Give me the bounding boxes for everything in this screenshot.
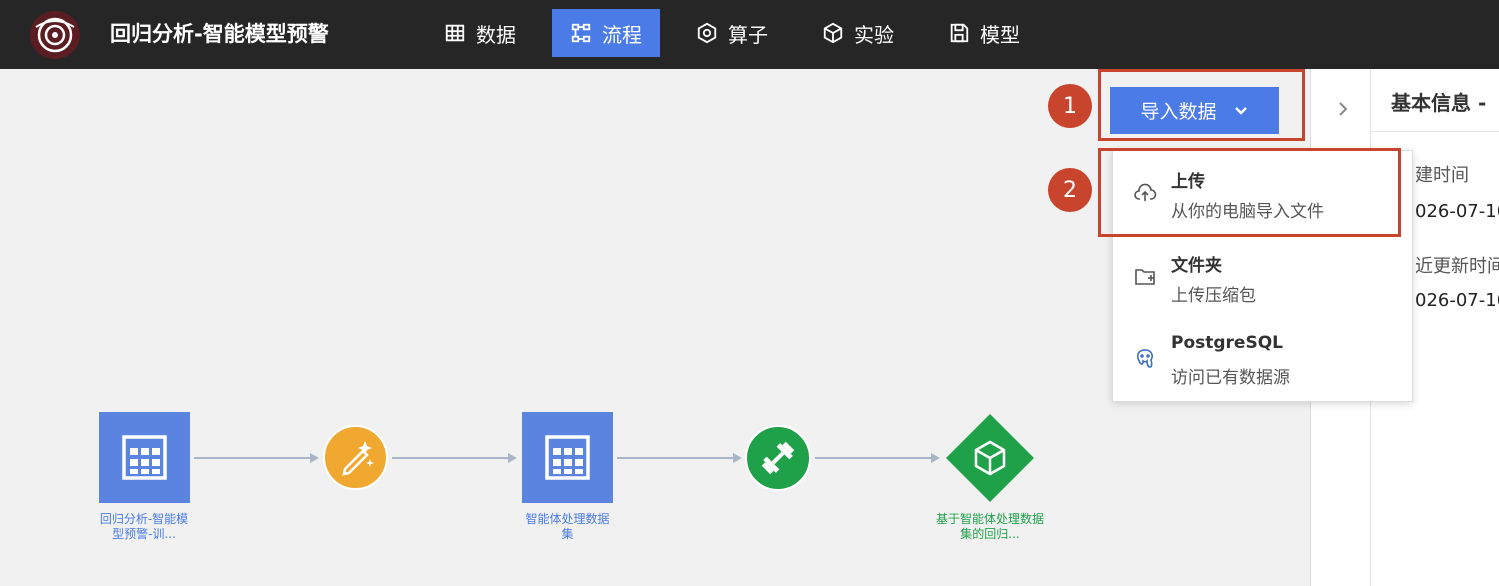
flow-node-processor[interactable] (323, 425, 388, 490)
nav-models[interactable]: 模型 (948, 9, 1040, 57)
flow-node-model[interactable] (946, 414, 1034, 502)
menu-item-subtitle: 访问已有数据源 (1171, 368, 1290, 388)
flow-edge (392, 457, 508, 459)
updated-time-label: 近更新时间 (1415, 256, 1499, 277)
nav-operators-label: 算子 (728, 22, 768, 47)
menu-item-title: PostgreSQL (1171, 333, 1283, 353)
logo-swirl-icon (35, 17, 75, 53)
nav-experiments-label: 实验 (854, 22, 894, 47)
cube-icon (823, 22, 843, 44)
created-time-label: 建时间 (1415, 165, 1469, 186)
top-bar: 回归分析-智能模型预警 数据 流程 算子 实验 模型 (0, 0, 1499, 69)
magic-pencil-icon (342, 441, 374, 476)
import-data-button[interactable]: 导入数据 (1110, 87, 1279, 134)
flow-node-dataset-source[interactable] (99, 412, 190, 503)
menu-item-title: 文件夹 (1171, 256, 1222, 276)
flow-edge (815, 457, 931, 459)
postgresql-icon (1136, 349, 1153, 368)
flow-node-dataset-processed[interactable] (522, 412, 613, 503)
flow-node-label: 智能体处理数据集 (525, 512, 610, 541)
flow-node-training[interactable] (745, 425, 811, 491)
model-diamond-icon (946, 414, 1034, 502)
folder-add-icon (1135, 269, 1155, 285)
menu-item-subtitle: 上传压缩包 (1171, 286, 1256, 306)
table-icon (445, 24, 465, 42)
flow-node-label: 回归分析-智能模型预警-训... (99, 512, 189, 541)
table-icon (122, 435, 167, 480)
nav-experiments[interactable]: 实验 (822, 9, 914, 57)
import-data-button-label: 导入数据 (1140, 101, 1217, 123)
hexagon-icon (697, 22, 717, 44)
flow-edge (194, 457, 310, 459)
nav-flow-label: 流程 (602, 22, 642, 47)
step-marker-1: 1 (1048, 84, 1092, 128)
nav-data[interactable]: 数据 (444, 9, 536, 57)
flow-arrow (508, 453, 517, 463)
flow-arrow (733, 453, 742, 463)
nav-models-label: 模型 (980, 22, 1020, 47)
updated-time-value: 026-07-10 (1415, 290, 1499, 311)
flow-arrow (931, 453, 940, 463)
chevron-right-icon (1339, 102, 1348, 116)
nav-data-label: 数据 (476, 22, 516, 47)
menu-item-postgresql[interactable]: PostgreSQL 访问已有数据源 (1113, 317, 1414, 399)
flow-node-label: 基于智能体处理数据集的回归... (936, 512, 1045, 541)
panel-title: 基本信息 - (1391, 91, 1487, 115)
flow-arrow (310, 453, 319, 463)
created-time-value: 026-07-10 (1415, 201, 1499, 222)
app-title: 回归分析-智能模型预警 (110, 22, 329, 46)
save-icon (950, 23, 969, 43)
nav-flow[interactable]: 流程 (552, 9, 660, 57)
menu-item-folder[interactable]: 文件夹 上传压缩包 (1113, 235, 1414, 317)
flow-icon (571, 23, 591, 43)
table-icon (545, 435, 590, 480)
chevron-down-icon (1234, 106, 1247, 115)
dumbbell-icon (761, 441, 795, 475)
nav-operators[interactable]: 算子 (696, 9, 788, 57)
highlight-box-upload (1098, 148, 1401, 237)
step-marker-2: 2 (1048, 168, 1092, 212)
divider (1371, 131, 1499, 132)
app-logo[interactable] (30, 11, 80, 59)
flow-edge (617, 457, 733, 459)
